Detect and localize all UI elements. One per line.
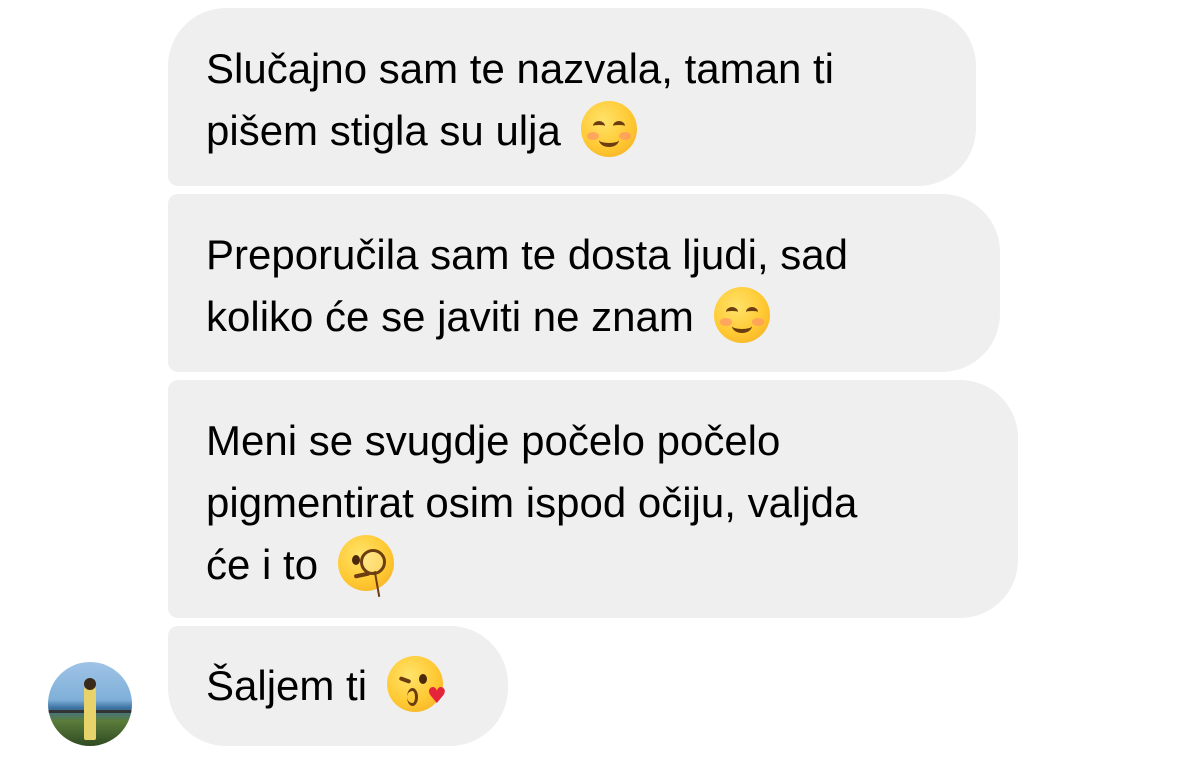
avatar[interactable] <box>48 662 132 746</box>
avatar-photo-detail <box>84 684 96 740</box>
message-bubble[interactable]: Preporučila sam te dosta ljudi, sad koli… <box>168 194 1000 372</box>
message-text-line: Slučajno sam te nazvala, taman ti <box>206 45 834 92</box>
face-with-monocle-icon <box>337 535 394 597</box>
message-text-line: Meni se svugdje počelo počelo <box>206 417 781 464</box>
smiling-face-icon <box>580 101 637 157</box>
message-bubble[interactable]: Meni se svugdje počelo počelo pigmentira… <box>168 380 1018 618</box>
message-text-line: pigmentirat osim ispod očiju, valjda <box>206 479 858 526</box>
smiling-face-icon <box>713 287 770 343</box>
message-text-line: će i to <box>206 541 319 588</box>
message-text-line: Preporučila sam te dosta ljudi, sad <box>206 231 848 278</box>
message-bubble[interactable]: Šaljem ti ♥ <box>168 626 508 746</box>
message-bubble[interactable]: Slučajno sam te nazvala, taman ti pišem … <box>168 8 976 186</box>
message-text-line: pišem stigla su ulja <box>206 107 561 154</box>
message-text-line: Šaljem ti <box>206 662 368 709</box>
face-blowing-kiss-icon: ♥ <box>386 656 447 712</box>
avatar-photo-detail <box>84 678 96 690</box>
message-text-line: koliko će se javiti ne znam <box>206 293 694 340</box>
